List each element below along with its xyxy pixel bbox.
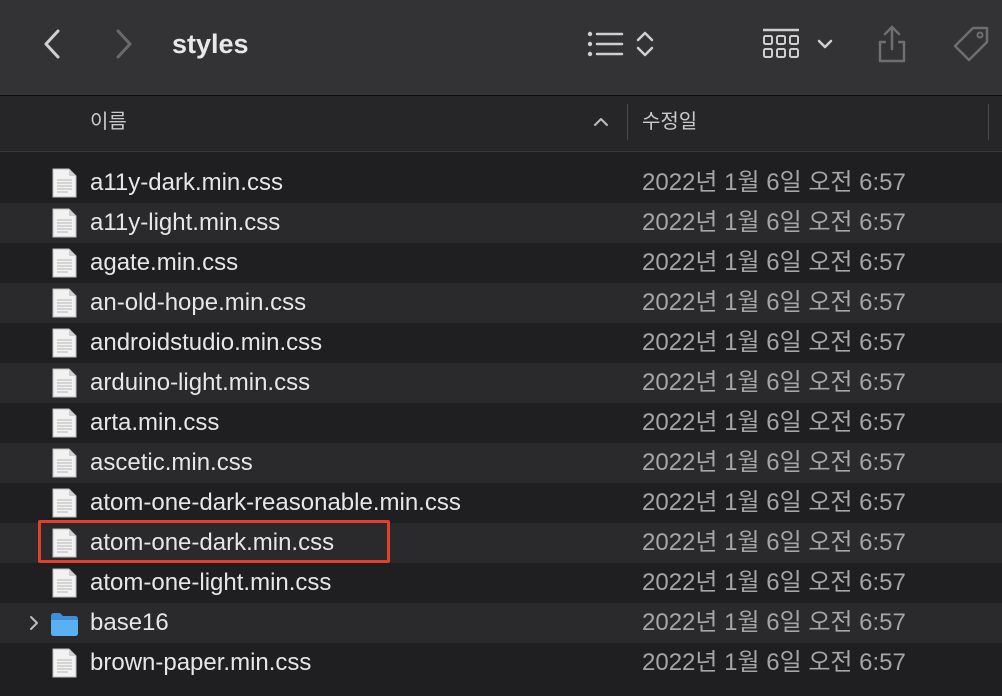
- file-name: androidstudio.min.css: [90, 329, 323, 356]
- grid-group-icon: [763, 28, 799, 58]
- file-row[interactable]: brown-paper.min.css 2022년 1월 6일 오전 6:57: [0, 643, 1002, 683]
- file-date: 2022년 1월 6일 오전 6:57: [642, 409, 906, 436]
- file-row[interactable]: a11y-dark.min.css 2022년 1월 6일 오전 6:57: [0, 163, 1002, 203]
- column-divider[interactable]: [627, 104, 628, 140]
- file-date: 2022년 1월 6일 오전 6:57: [642, 569, 906, 596]
- file-name: agate.min.css: [90, 249, 239, 276]
- file-row[interactable]: atom-one-dark-reasonable.min.css 2022년 1…: [0, 483, 1002, 523]
- document-icon: [52, 208, 77, 238]
- tag-icon: [953, 26, 989, 62]
- share-button[interactable]: [872, 22, 912, 66]
- file-date: 2022년 1월 6일 오전 6:57: [642, 449, 906, 476]
- document-icon: [52, 448, 77, 478]
- document-icon: [52, 248, 77, 278]
- forward-button[interactable]: [108, 26, 140, 62]
- file-name: a11y-light.min.css: [90, 209, 281, 236]
- chevron-left-icon: [44, 29, 60, 59]
- file-date: 2022년 1월 6일 오전 6:57: [642, 649, 906, 676]
- folder-name: base16: [90, 609, 169, 636]
- file-date: 2022년 1월 6일 오전 6:57: [642, 369, 906, 396]
- document-icon: [52, 288, 77, 318]
- column-divider[interactable]: [988, 104, 989, 140]
- folder-row[interactable]: base16 2022년 1월 6일 오전 6:57: [0, 603, 1002, 643]
- file-name: a11y-dark.min.css: [90, 169, 283, 196]
- file-name: atom-one-light.min.css: [90, 569, 332, 596]
- file-name: arduino-light.min.css: [90, 369, 311, 396]
- list-view-icon: [587, 31, 624, 57]
- file-row[interactable]: ascetic.min.css 2022년 1월 6일 오전 6:57: [0, 443, 1002, 483]
- file-name: brown-paper.min.css: [90, 649, 312, 676]
- file-row[interactable]: androidstudio.min.css 2022년 1월 6일 오전 6:5…: [0, 323, 1002, 363]
- folder-icon: [51, 613, 78, 636]
- document-icon: [52, 408, 77, 438]
- up-down-chevron-icon: [636, 31, 654, 57]
- file-row-highlighted[interactable]: atom-one-dark.min.css 2022년 1월 6일 오전 6:5…: [0, 523, 1002, 563]
- file-name: an-old-hope.min.css: [90, 289, 307, 316]
- file-row[interactable]: an-old-hope.min.css 2022년 1월 6일 오전 6:57: [0, 283, 1002, 323]
- sort-ascending-icon[interactable]: [591, 112, 611, 132]
- file-list: a11y-dark.min.css 2022년 1월 6일 오전 6:57 a1…: [0, 163, 1002, 683]
- file-date: 2022년 1월 6일 오전 6:57: [642, 529, 906, 556]
- file-date: 2022년 1월 6일 오전 6:57: [642, 609, 906, 636]
- document-icon: [52, 528, 77, 558]
- file-date: 2022년 1월 6일 오전 6:57: [642, 249, 906, 276]
- toolbar: styles: [0, 0, 1002, 96]
- column-header: 이름 수정일: [0, 96, 1002, 152]
- modified-column-header[interactable]: 수정일: [642, 96, 697, 151]
- file-date: 2022년 1월 6일 오전 6:57: [642, 329, 906, 356]
- disclosure-triangle-icon[interactable]: [26, 613, 42, 633]
- file-row[interactable]: arta.min.css 2022년 1월 6일 오전 6:57: [0, 403, 1002, 443]
- file-date: 2022년 1월 6일 오전 6:57: [642, 209, 906, 236]
- file-date: 2022년 1월 6일 오전 6:57: [642, 489, 906, 516]
- name-column-header[interactable]: 이름: [90, 96, 127, 151]
- file-row[interactable]: atom-one-light.min.css 2022년 1월 6일 오전 6:…: [0, 563, 1002, 603]
- view-options-button[interactable]: [582, 24, 660, 64]
- document-icon: [52, 368, 77, 398]
- share-icon: [878, 25, 906, 63]
- document-icon: [52, 328, 77, 358]
- file-date: 2022년 1월 6일 오전 6:57: [642, 169, 906, 196]
- document-icon: [52, 168, 77, 198]
- file-name: ascetic.min.css: [90, 449, 253, 476]
- chevron-right-icon: [116, 29, 132, 59]
- file-row[interactable]: a11y-light.min.css 2022년 1월 6일 오전 6:57: [0, 203, 1002, 243]
- file-row[interactable]: arduino-light.min.css 2022년 1월 6일 오전 6:5…: [0, 363, 1002, 403]
- file-name: atom-one-dark.min.css: [90, 529, 335, 556]
- document-icon: [52, 488, 77, 518]
- file-date: 2022년 1월 6일 오전 6:57: [642, 289, 906, 316]
- file-row[interactable]: agate.min.css 2022년 1월 6일 오전 6:57: [0, 243, 1002, 283]
- document-icon: [52, 568, 77, 598]
- file-name: atom-one-dark-reasonable.min.css: [90, 489, 461, 516]
- document-icon: [52, 648, 77, 678]
- group-button[interactable]: [760, 24, 836, 64]
- window-title: styles: [172, 29, 249, 59]
- tag-button[interactable]: [948, 22, 994, 66]
- file-name: arta.min.css: [90, 409, 220, 436]
- back-button[interactable]: [36, 26, 68, 62]
- chevron-down-icon: [817, 39, 833, 49]
